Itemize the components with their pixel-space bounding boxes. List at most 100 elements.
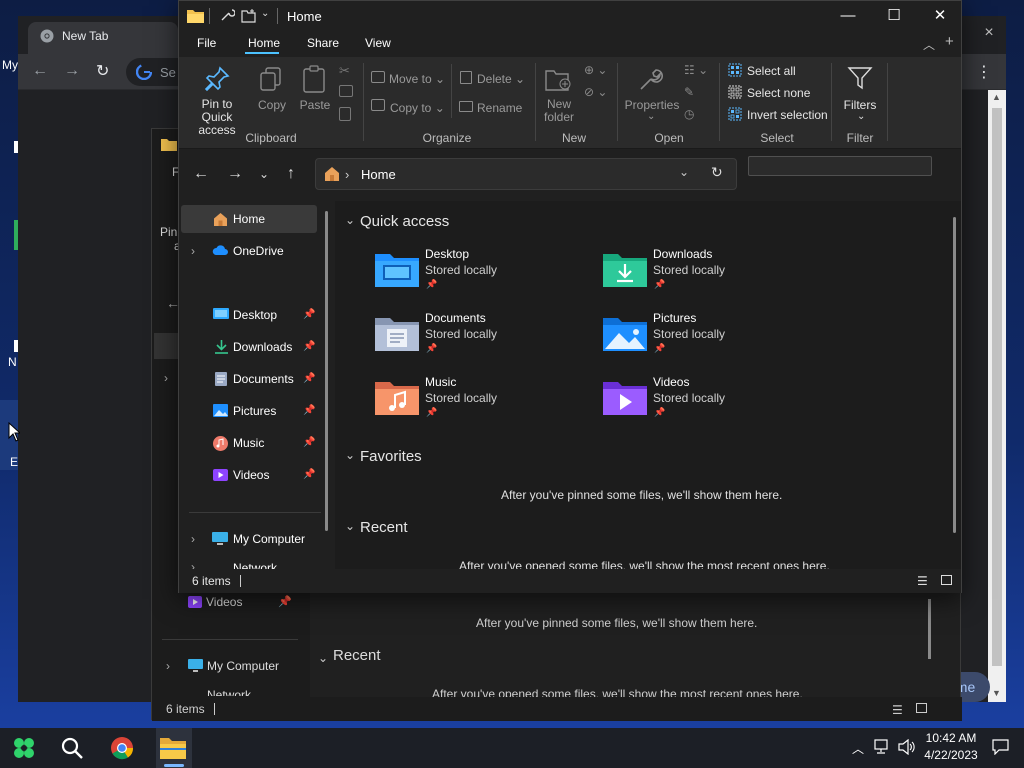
- minimize-button[interactable]: —: [825, 1, 871, 31]
- bg-nav-network[interactable]: Network: [207, 688, 251, 696]
- chrome-menu-icon[interactable]: ⋮: [976, 62, 992, 82]
- invert-selection-button[interactable]: Invert selection: [747, 108, 828, 122]
- quick-access-item-name[interactable]: Music: [425, 375, 456, 389]
- up-arrow-icon[interactable]: ↑: [287, 165, 295, 183]
- nav-item-pictures[interactable]: Pictures: [233, 404, 276, 418]
- quick-access-item-name[interactable]: Desktop: [425, 247, 469, 261]
- nav-item-videos[interactable]: Videos: [233, 468, 269, 482]
- properties-button[interactable]: Properties: [621, 98, 683, 112]
- details-view-icon[interactable]: ☰: [917, 574, 928, 588]
- refresh-icon[interactable]: ↻: [711, 164, 723, 181]
- chevron-down-icon[interactable]: ⌄: [345, 213, 355, 227]
- chevron-down-icon[interactable]: ⌄: [345, 519, 355, 533]
- bg-expand-chevron-icon[interactable]: ›: [164, 371, 168, 385]
- new-folder-quick-icon[interactable]: [241, 8, 257, 24]
- menu-tab-share[interactable]: Share: [307, 36, 339, 50]
- move-to-button[interactable]: Move to ⌄: [389, 72, 445, 86]
- new-item-icon[interactable]: ⊕ ⌄: [584, 63, 607, 77]
- notifications-icon[interactable]: [992, 739, 1009, 755]
- address-dropdown-icon[interactable]: ⌄: [679, 165, 689, 179]
- expand-chevron-icon[interactable]: ›: [191, 532, 195, 546]
- recent-locations-chevron-icon[interactable]: ⌄: [259, 167, 269, 181]
- expand-chevron-icon[interactable]: ›: [191, 244, 195, 258]
- menu-tab-home[interactable]: Home: [248, 36, 280, 50]
- maximize-button[interactable]: ☐: [871, 1, 917, 31]
- quick-access-item-name[interactable]: Pictures: [653, 311, 696, 325]
- scroll-up-icon[interactable]: ▲: [992, 92, 1001, 102]
- quick-access-item-name[interactable]: Videos: [653, 375, 689, 389]
- quick-access-item-name[interactable]: Documents: [425, 311, 486, 325]
- rename-button[interactable]: Rename: [477, 101, 522, 115]
- search-icon[interactable]: [60, 736, 84, 760]
- copy-path-icon[interactable]: [339, 85, 353, 97]
- easy-access-icon[interactable]: ⊘ ⌄: [584, 85, 607, 99]
- close-button[interactable]: ✕: [917, 1, 963, 31]
- cut-icon[interactable]: ✂: [339, 63, 350, 79]
- bg-scrollbar[interactable]: [928, 599, 931, 659]
- back-arrow-icon[interactable]: ←: [193, 165, 209, 183]
- collapse-ribbon-icon[interactable]: ︿: [923, 36, 935, 53]
- nav-item-downloads[interactable]: Downloads: [233, 340, 292, 354]
- nav-item-desktop[interactable]: Desktop: [233, 308, 277, 322]
- nav-item-network[interactable]: Network: [233, 561, 277, 569]
- menu-tab-view[interactable]: View: [365, 36, 391, 50]
- properties-quick-icon[interactable]: [219, 7, 235, 23]
- quick-access-item-location: Stored locally: [425, 263, 498, 277]
- content-scrollbar[interactable]: [953, 217, 956, 533]
- bg-chevron-down-icon[interactable]: ⌄: [318, 651, 328, 665]
- filters-button[interactable]: Filters: [837, 98, 883, 112]
- volume-icon[interactable]: [898, 739, 916, 755]
- select-none-button[interactable]: Select none: [747, 86, 810, 100]
- bg-details-view-icon[interactable]: ☰: [892, 703, 903, 717]
- show-hidden-icons-chevron-icon[interactable]: ︿: [852, 740, 864, 757]
- paste-shortcut-icon[interactable]: [339, 107, 351, 121]
- filters-dropdown-icon[interactable]: ⌄: [857, 111, 865, 122]
- nav-item-home[interactable]: Home: [233, 212, 265, 226]
- edit-icon[interactable]: ✎: [684, 85, 694, 99]
- nav-item-onedrive[interactable]: OneDrive: [233, 244, 284, 258]
- expand-chevron-icon[interactable]: ›: [191, 560, 195, 569]
- recent-heading[interactable]: Recent: [360, 519, 408, 536]
- large-icons-view-icon[interactable]: [941, 575, 952, 585]
- chrome-back-icon[interactable]: ←: [32, 62, 48, 80]
- nav-item-music[interactable]: Music: [233, 436, 264, 450]
- forward-arrow-icon[interactable]: →: [227, 165, 243, 183]
- bg-recent-heading[interactable]: Recent: [333, 647, 381, 664]
- bg-expand-chevron-icon[interactable]: ›: [166, 659, 170, 673]
- copy-to-button[interactable]: Copy to ⌄: [390, 101, 445, 115]
- chrome-taskbar-icon[interactable]: [110, 736, 134, 760]
- new-folder-button[interactable]: New folder: [537, 98, 581, 124]
- open-icon[interactable]: ☷ ⌄: [684, 63, 708, 77]
- menu-tab-file[interactable]: File: [197, 36, 216, 50]
- nav-item-documents[interactable]: Documents: [233, 372, 294, 386]
- search-input[interactable]: [748, 156, 932, 176]
- file-explorer-taskbar-icon[interactable]: [160, 737, 186, 759]
- select-all-button[interactable]: Select all: [747, 64, 796, 78]
- chrome-reload-icon[interactable]: ↻: [96, 61, 109, 81]
- history-icon[interactable]: ◷: [684, 107, 694, 121]
- chevron-down-icon[interactable]: ⌄: [345, 448, 355, 462]
- nav-item-my-computer[interactable]: My Computer: [233, 532, 305, 546]
- chrome-close-icon[interactable]: ×: [974, 18, 1004, 48]
- chrome-forward-icon[interactable]: →: [64, 62, 80, 80]
- bg-nav-videos[interactable]: Videos: [206, 595, 242, 609]
- favorites-heading[interactable]: Favorites: [360, 448, 422, 465]
- quick-access-item-name[interactable]: Downloads: [653, 247, 712, 261]
- nav-pane-scrollbar[interactable]: [325, 211, 328, 531]
- scroll-down-icon[interactable]: ▼: [992, 688, 1001, 698]
- help-plus-icon[interactable]: +: [945, 33, 954, 50]
- bg-tiles-view-icon[interactable]: [916, 703, 927, 713]
- paste-button[interactable]: Paste: [297, 98, 333, 112]
- start-icon[interactable]: [12, 736, 36, 760]
- quick-access-toolbar-dropdown-icon[interactable]: ⌄: [261, 8, 269, 19]
- properties-dropdown-icon[interactable]: ⌄: [647, 111, 655, 122]
- taskbar-clock-time[interactable]: 10:42 AM: [918, 731, 984, 745]
- taskbar-clock-date[interactable]: 4/22/2023: [918, 748, 984, 762]
- breadcrumb-home[interactable]: Home: [361, 167, 396, 182]
- delete-button[interactable]: Delete ⌄: [477, 72, 525, 86]
- copy-button[interactable]: Copy: [255, 98, 289, 112]
- quick-access-heading[interactable]: Quick access: [360, 213, 449, 230]
- bg-nav-my-computer[interactable]: My Computer: [207, 659, 279, 673]
- network-icon[interactable]: [874, 739, 890, 755]
- chrome-scrollbar-thumb[interactable]: [992, 108, 1002, 666]
